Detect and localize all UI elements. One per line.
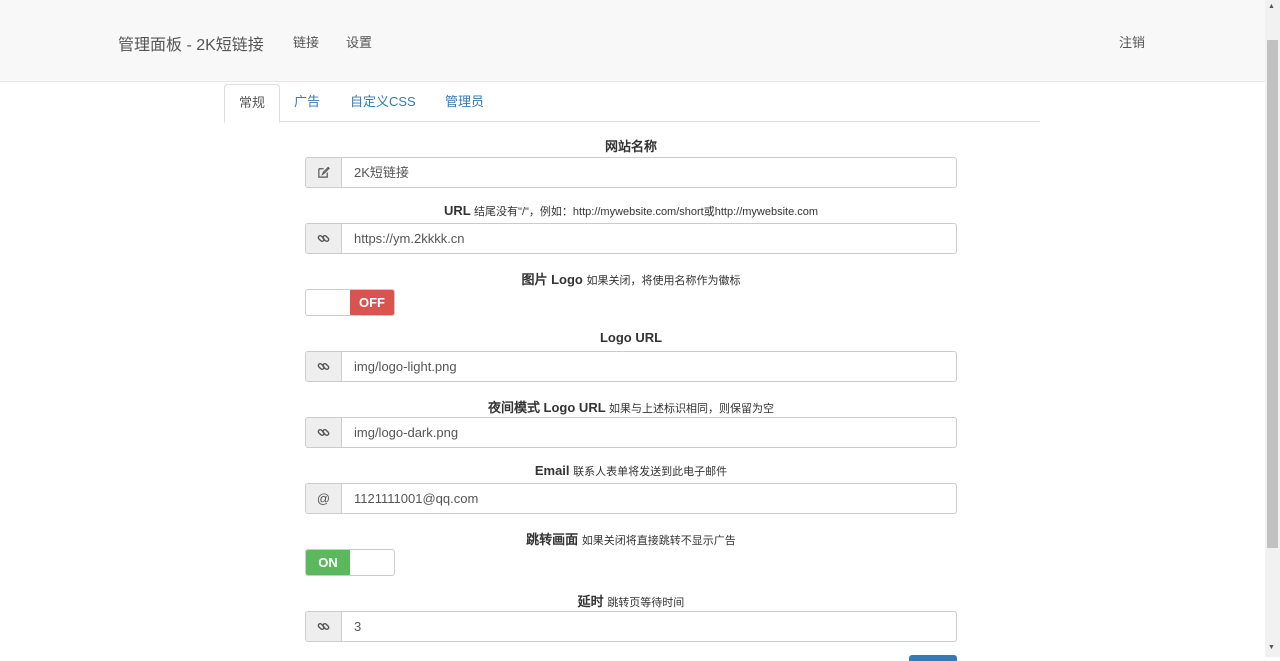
- delay-label-text: 延时: [577, 594, 604, 609]
- delay-label: 延时 跳转页等待时间: [305, 591, 957, 610]
- scrollbar-thumb[interactable]: [1267, 40, 1278, 548]
- logo-url-label-text: Logo URL: [599, 330, 663, 345]
- redirect-page-label: 跳转画面 如果关闭将直接跳转不显示广告: [305, 529, 957, 548]
- at-icon: @: [306, 484, 342, 513]
- dark-logo-url-group: img/logo-dark.png: [305, 417, 957, 448]
- scroll-up-icon[interactable]: ▲: [1268, 3, 1275, 10]
- site-name-label-text: 网站名称: [604, 139, 657, 154]
- email-hint: 联系人表单将发送到此电子邮件: [573, 466, 728, 478]
- redirect-page-toggle[interactable]: ON: [305, 549, 395, 576]
- image-logo-hint: 如果关闭，将使用名称作为徽标: [586, 275, 741, 287]
- settings-tabs: 常规 广告 自定义CSS 管理员: [224, 84, 1040, 123]
- toggle-on-state[interactable]: ON: [306, 550, 350, 575]
- site-name-group: 2K短链接: [305, 157, 957, 188]
- vertical-scrollbar[interactable]: ▲ ▼: [1265, 0, 1280, 657]
- url-hint: 结尾没有"/"，例如：http://mywebsite.com/short或ht…: [474, 206, 819, 218]
- url-label-text: URL: [443, 203, 471, 218]
- brand-title[interactable]: 管理面板 - 2K短链接: [118, 31, 264, 55]
- nav-link-settings[interactable]: 设置: [346, 32, 372, 51]
- delay-input[interactable]: 3: [342, 612, 956, 641]
- nav-link-links[interactable]: 链接: [293, 32, 319, 51]
- email-group: @ 1121111001@qq.com: [305, 483, 957, 514]
- dark-logo-url-label-text: 夜间模式 Logo URL: [487, 400, 606, 415]
- delay-group: 3: [305, 611, 957, 642]
- email-label-text: Email: [534, 463, 570, 478]
- delay-hint: 跳转页等待时间: [607, 597, 685, 609]
- url-label: URL 结尾没有"/"，例如：http://mywebsite.com/shor…: [305, 203, 957, 219]
- site-name-label: 网站名称: [305, 136, 957, 155]
- redirect-page-label-text: 跳转画面: [526, 532, 579, 547]
- site-name-input[interactable]: 2K短链接: [342, 158, 956, 187]
- logo-url-label: Logo URL: [305, 330, 957, 345]
- link-icon: [306, 352, 342, 381]
- link-icon: [306, 612, 342, 641]
- logo-url-group: img/logo-light.png: [305, 351, 957, 382]
- dark-logo-url-label: 夜间模式 Logo URL 如果与上述标识相同，则保留为空: [305, 397, 957, 416]
- image-logo-label-text: 图片 Logo: [521, 272, 583, 287]
- edit-icon: [306, 158, 342, 187]
- tab-general[interactable]: 常规: [224, 84, 281, 123]
- top-navbar: 管理面板 - 2K短链接 链接 设置 注销: [0, 0, 1265, 82]
- logout-link[interactable]: 注销: [1119, 32, 1145, 51]
- image-logo-toggle[interactable]: OFF: [305, 289, 395, 316]
- logo-url-input[interactable]: img/logo-light.png: [342, 352, 956, 381]
- link-icon: [306, 418, 342, 447]
- link-icon: [306, 224, 342, 253]
- tab-custom-css[interactable]: 自定义CSS: [336, 84, 430, 122]
- url-input[interactable]: https://ym.2kkkk.cn: [342, 224, 956, 253]
- email-label: Email 联系人表单将发送到此电子邮件: [305, 463, 957, 479]
- scroll-down-icon[interactable]: ▼: [1268, 644, 1275, 651]
- dark-logo-url-hint: 如果与上述标识相同，则保留为空: [609, 403, 775, 415]
- tab-admin[interactable]: 管理员: [431, 84, 498, 122]
- save-button[interactable]: [909, 655, 957, 661]
- tab-ads[interactable]: 广告: [280, 84, 334, 122]
- url-group: https://ym.2kkkk.cn: [305, 223, 957, 254]
- dark-logo-url-input[interactable]: img/logo-dark.png: [342, 418, 956, 447]
- image-logo-label: 图片 Logo 如果关闭，将使用名称作为徽标: [305, 269, 957, 288]
- redirect-page-hint: 如果关闭将直接跳转不显示广告: [581, 535, 736, 547]
- email-input[interactable]: 1121111001@qq.com: [342, 484, 956, 513]
- toggle-off-state[interactable]: OFF: [350, 290, 394, 315]
